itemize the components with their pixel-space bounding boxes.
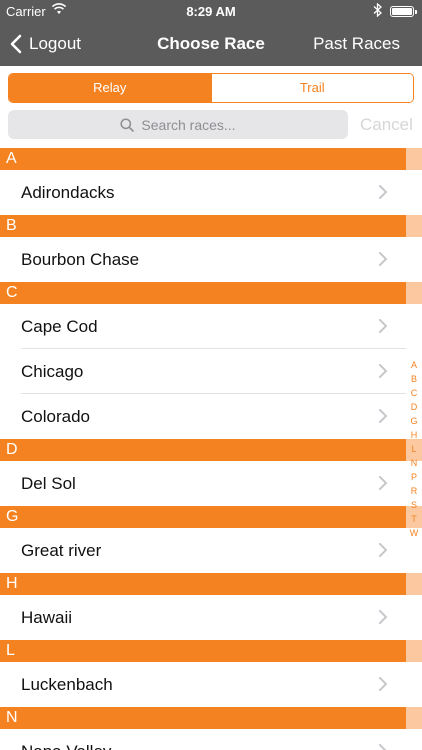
race-name: Cape Cod bbox=[21, 316, 98, 336]
race-type-segmented-control: Relay Trail bbox=[8, 73, 414, 103]
section-header-g: G bbox=[0, 506, 422, 528]
section-header-b: B bbox=[0, 215, 422, 237]
search-icon bbox=[120, 117, 135, 132]
section-header-d: D bbox=[0, 439, 422, 461]
race-list: A Adirondacks B Bourbon Chase C Cape Cod… bbox=[0, 148, 422, 750]
race-name: Great river bbox=[21, 540, 102, 560]
index-letter[interactable]: W bbox=[410, 526, 419, 540]
race-name: Luckenbach bbox=[21, 674, 113, 694]
section-header-c: C bbox=[0, 282, 422, 304]
index-letter[interactable]: G bbox=[410, 414, 417, 428]
race-name: Chicago bbox=[21, 361, 84, 381]
chevron-right-icon bbox=[379, 364, 387, 378]
section-header-l: L bbox=[0, 640, 422, 662]
index-letter[interactable]: C bbox=[411, 386, 418, 400]
navigation-bar: Logout Choose Race Past Races bbox=[0, 22, 422, 66]
index-letter[interactable]: S bbox=[411, 498, 417, 512]
index-letter[interactable]: L bbox=[411, 442, 416, 456]
list-item[interactable]: Del Sol bbox=[0, 461, 422, 506]
status-time: 8:29 AM bbox=[186, 4, 236, 19]
index-letter[interactable]: P bbox=[411, 470, 417, 484]
index-letter[interactable]: A bbox=[411, 358, 417, 372]
chevron-right-icon bbox=[379, 319, 387, 333]
segment-trail[interactable]: Trail bbox=[210, 74, 413, 102]
race-name: Colorado bbox=[21, 406, 90, 426]
past-races-button[interactable]: Past Races bbox=[313, 34, 400, 54]
battery-icon bbox=[390, 6, 417, 17]
list-item[interactable]: Chicago bbox=[0, 349, 422, 394]
list-item[interactable]: Bourbon Chase bbox=[0, 237, 422, 282]
list-item[interactable]: Luckenbach bbox=[0, 662, 422, 707]
race-name: Hawaii bbox=[21, 607, 73, 627]
top-bar: Carrier 8:29 AM Logout Choose Race Past … bbox=[0, 0, 422, 66]
section-header-n: N bbox=[0, 707, 422, 729]
chevron-right-icon bbox=[379, 744, 387, 750]
chevron-right-icon bbox=[379, 476, 387, 490]
section-index-bar: A B C D G H L N P R S T W bbox=[406, 358, 422, 540]
race-name: Napa Valley bbox=[21, 742, 111, 750]
chevron-right-icon bbox=[379, 252, 387, 266]
bluetooth-icon bbox=[373, 3, 382, 17]
list-item[interactable]: Hawaii bbox=[0, 595, 422, 640]
list-item[interactable]: Cape Cod bbox=[0, 304, 422, 349]
chevron-right-icon bbox=[379, 610, 387, 624]
index-letter[interactable]: N bbox=[411, 456, 418, 470]
search-input[interactable]: Search races... bbox=[8, 110, 348, 139]
list-item[interactable]: Colorado bbox=[0, 394, 422, 439]
section-header-h: H bbox=[0, 573, 422, 595]
chevron-left-icon bbox=[10, 34, 22, 54]
cancel-button[interactable]: Cancel bbox=[360, 115, 413, 135]
chevron-right-icon bbox=[379, 409, 387, 423]
status-bar: Carrier 8:29 AM bbox=[0, 0, 422, 22]
race-name: Bourbon Chase bbox=[21, 249, 140, 269]
index-letter[interactable]: B bbox=[411, 372, 417, 386]
list-item[interactable]: Great river bbox=[0, 528, 422, 573]
logout-button[interactable]: Logout bbox=[10, 31, 81, 57]
list-item[interactable]: Adirondacks bbox=[0, 170, 422, 215]
race-name: Adirondacks bbox=[21, 182, 115, 202]
race-name: Del Sol bbox=[21, 473, 76, 493]
chevron-right-icon bbox=[379, 677, 387, 691]
chevron-right-icon bbox=[379, 543, 387, 557]
list-item[interactable]: Napa Valley bbox=[0, 729, 422, 750]
chevron-right-icon bbox=[379, 185, 387, 199]
section-header-a: A bbox=[0, 148, 422, 170]
index-letter[interactable]: D bbox=[411, 400, 418, 414]
index-letter[interactable]: T bbox=[411, 512, 417, 526]
index-letter[interactable]: R bbox=[411, 484, 418, 498]
search-placeholder: Search races... bbox=[141, 116, 236, 133]
index-letter[interactable]: H bbox=[411, 428, 418, 442]
logout-label: Logout bbox=[29, 34, 81, 53]
segment-relay[interactable]: Relay bbox=[9, 74, 211, 102]
